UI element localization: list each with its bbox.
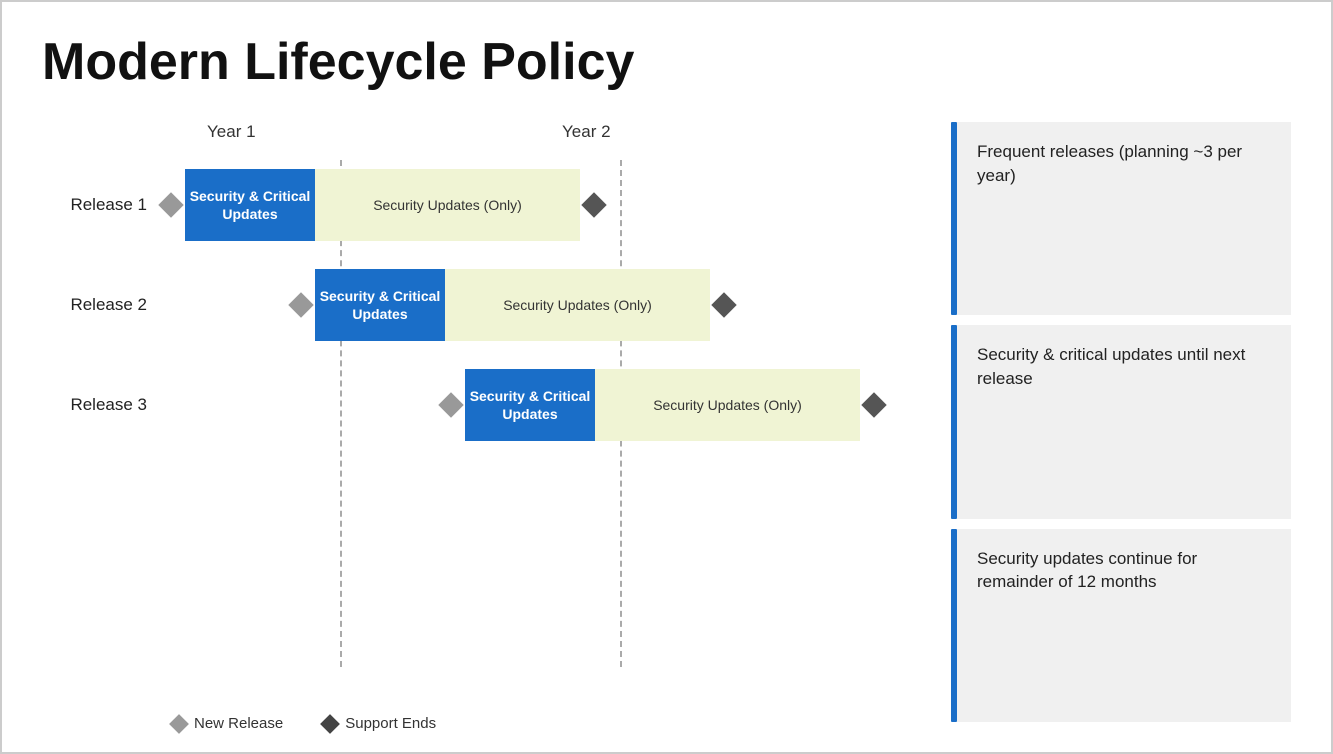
release2-blue-bar: Security & Critical Updates [315, 269, 445, 341]
info-card-1-content: Frequent releases (planning ~3 per year) [957, 122, 1291, 315]
release3-yellow-bar: Security Updates (Only) [595, 369, 860, 441]
legend-support-ends: Support Ends [323, 715, 436, 732]
release2-end-diamond [711, 292, 736, 317]
legend-support-ends-diamond [320, 714, 340, 734]
info-card-3-content: Security updates continue for remainder … [957, 529, 1291, 722]
rows-container: Release 1 Security & Critical Updates Se… [42, 160, 931, 732]
release1-bars: Security & Critical Updates Security Upd… [162, 160, 931, 250]
year-label-1: Year 1 [207, 122, 256, 142]
info-card-2-content: Security & critical updates until next r… [957, 325, 1291, 518]
legend-new-release-label: New Release [194, 715, 283, 732]
info-card-1: Frequent releases (planning ~3 per year) [951, 122, 1291, 315]
year-labels: Year 1 Year 2 [172, 122, 931, 150]
release1-yellow-bar: Security Updates (Only) [315, 169, 580, 241]
row-release3: Release 3 Security & Critical Updates Se… [42, 360, 931, 450]
legend-support-ends-label: Support Ends [345, 715, 436, 732]
release3-label: Release 3 [42, 395, 162, 415]
release3-blue-bar: Security & Critical Updates [465, 369, 595, 441]
legend-new-release-diamond [169, 714, 189, 734]
right-panel: Frequent releases (planning ~3 per year)… [931, 122, 1291, 732]
legend: New Release Support Ends [172, 715, 436, 732]
release3-start-diamond [438, 392, 463, 417]
year-label-2: Year 2 [562, 122, 611, 142]
release2-start-diamond [288, 292, 313, 317]
page-title: Modern Lifecycle Policy [42, 32, 1291, 92]
page: Modern Lifecycle Policy Year 1 Year 2 Re… [2, 2, 1331, 752]
release1-label: Release 1 [42, 195, 162, 215]
release1-blue-bar: Security & Critical Updates [185, 169, 315, 241]
release2-yellow-bar: Security Updates (Only) [445, 269, 710, 341]
release1-end-diamond [581, 192, 606, 217]
timeline-section: Year 1 Year 2 Release 1 Security & Criti… [42, 122, 931, 732]
release3-end-diamond [861, 392, 886, 417]
release2-bars: Security & Critical Updates Security Upd… [162, 260, 931, 350]
legend-new-release: New Release [172, 715, 283, 732]
release3-bars: Security & Critical Updates Security Upd… [162, 360, 931, 450]
row-release1: Release 1 Security & Critical Updates Se… [42, 160, 931, 250]
release2-label: Release 2 [42, 295, 162, 315]
diagram-area: Year 1 Year 2 Release 1 Security & Criti… [42, 122, 1291, 732]
release1-start-diamond [158, 192, 183, 217]
info-card-2: Security & critical updates until next r… [951, 325, 1291, 518]
row-release2: Release 2 Security & Critical Updates Se… [42, 260, 931, 350]
info-card-3: Security updates continue for remainder … [951, 529, 1291, 722]
